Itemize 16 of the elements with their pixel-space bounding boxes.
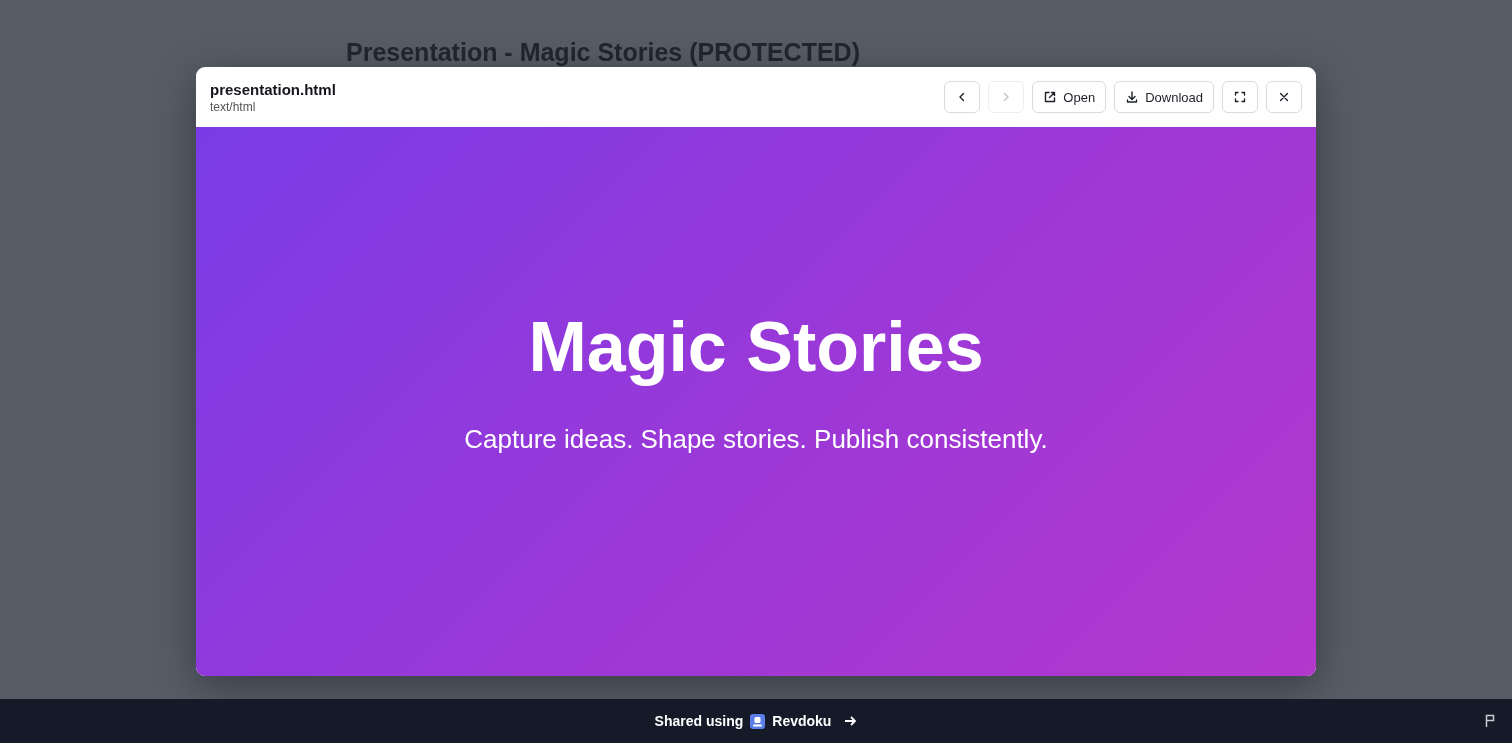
close-icon bbox=[1277, 90, 1291, 104]
fullscreen-button[interactable] bbox=[1222, 81, 1258, 113]
slide-title: Magic Stories bbox=[528, 308, 984, 386]
file-name: presentation.html bbox=[210, 80, 336, 98]
open-button[interactable]: Open bbox=[1032, 81, 1107, 113]
slide-subtitle: Capture ideas. Shape stories. Publish consistently. bbox=[464, 423, 1048, 455]
external-link-icon bbox=[1043, 90, 1058, 104]
flag-icon[interactable] bbox=[1485, 714, 1495, 727]
file-type: text/html bbox=[210, 99, 257, 114]
arrow-icon bbox=[844, 715, 858, 727]
download-button[interactable]: Download bbox=[1114, 81, 1214, 113]
download-icon bbox=[1125, 90, 1140, 104]
fullscreen-icon bbox=[1233, 90, 1247, 104]
logo-icon bbox=[750, 713, 766, 729]
close-button[interactable] bbox=[1266, 81, 1302, 113]
shared-link[interactable]: Shared using Revdoku bbox=[654, 713, 858, 729]
